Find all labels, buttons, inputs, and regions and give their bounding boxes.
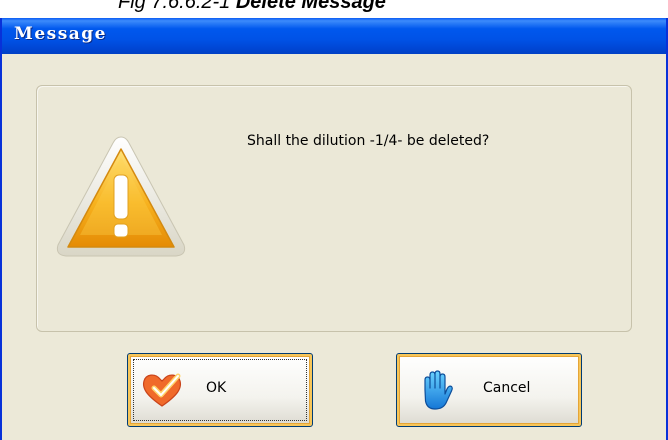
cancel-button-label: Cancel bbox=[483, 380, 531, 396]
figure-caption: Fig 7.6.6.2-1 Delete Message bbox=[118, 0, 386, 14]
heart-check-icon bbox=[142, 373, 182, 407]
figure-caption-title: Delete Message bbox=[235, 0, 386, 13]
cancel-button[interactable]: Cancel bbox=[396, 353, 582, 427]
ok-button-label: OK bbox=[206, 380, 227, 396]
warning-icon bbox=[56, 136, 186, 257]
dialog-message: Shall the dilution -1/4- be deleted? bbox=[247, 133, 490, 149]
figure-caption-prefix: Fig 7.6.6.2-1 bbox=[118, 0, 236, 13]
ok-button[interactable]: OK bbox=[127, 353, 313, 427]
window-title: Message bbox=[14, 24, 107, 44]
hand-stop-icon bbox=[424, 370, 453, 410]
title-bar[interactable]: Message bbox=[2, 18, 666, 54]
